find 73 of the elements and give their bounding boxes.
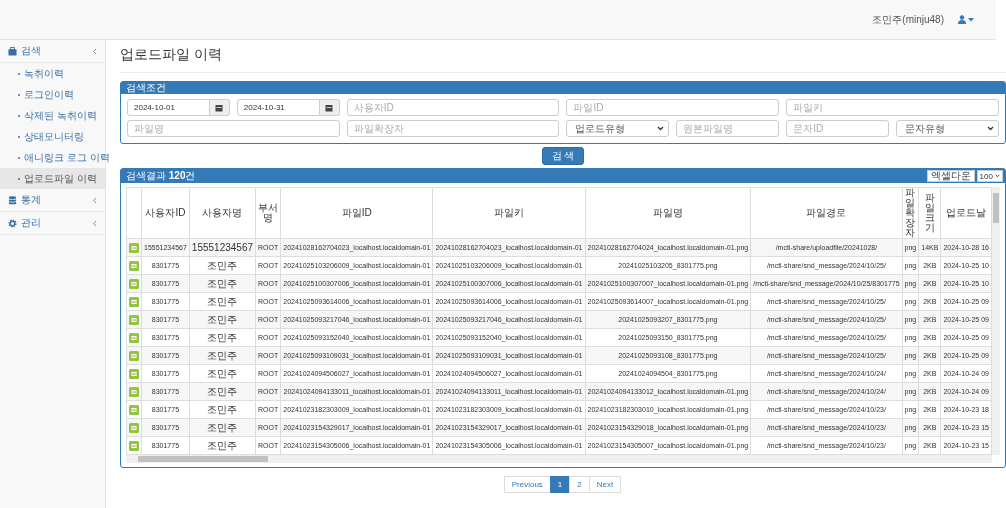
page-size-dropdown[interactable]: 100 <box>976 170 1003 182</box>
dropdown[interactable]: 업로드유형 <box>566 120 670 137</box>
image-file-icon[interactable] <box>129 260 139 271</box>
database-icon <box>8 195 17 205</box>
sidebar-item[interactable]: 상태모니터링 <box>0 126 105 147</box>
date-field[interactable]: 2024-10-01 <box>127 99 210 116</box>
user-name: 조민주(minju48) <box>872 12 944 27</box>
sidebar-group[interactable]: 통계 <box>0 189 105 212</box>
search-button[interactable]: 검 색 <box>541 147 585 165</box>
sidebar-item[interactable]: 로그인이력 <box>0 84 105 105</box>
sidebar-item[interactable]: 업로드파일 이력 <box>0 168 105 189</box>
calendar-icon <box>215 103 224 112</box>
dropdown[interactable]: 문자유형 <box>896 120 999 137</box>
user-menu[interactable] <box>958 14 976 25</box>
sidebar-item[interactable]: 녹취이력 <box>0 63 105 84</box>
image-file-icon[interactable] <box>129 296 139 307</box>
text-field[interactable]: 파일확장자 <box>346 120 560 137</box>
horizontal-scrollbar[interactable] <box>126 455 992 463</box>
gear-icon <box>8 218 17 228</box>
caret-icon <box>968 17 974 22</box>
column-header: 파일키 <box>432 187 585 239</box>
image-file-icon[interactable] <box>129 368 139 379</box>
text-field[interactable]: 파일키 <box>786 99 999 116</box>
image-file-icon[interactable] <box>129 422 139 433</box>
calendar-icon <box>325 103 334 112</box>
image-file-icon[interactable] <box>129 440 139 451</box>
table-cell: 조민주 <box>189 364 256 383</box>
column-header: 파일ID <box>280 187 433 239</box>
column-header: 사용자ID <box>141 187 190 239</box>
text-field[interactable]: 원본파일명 <box>676 120 780 137</box>
sidebar-group[interactable]: 관리 <box>0 212 105 235</box>
column-header: 사용자명 <box>189 187 256 239</box>
results-title: 검색결과 120건 <box>126 169 196 183</box>
column-header: 파일크기 <box>918 187 941 239</box>
date-field[interactable]: 2024-10-31 <box>236 99 320 116</box>
page-title: 업로드파일 이력 <box>120 46 1006 73</box>
chevron-left-icon <box>92 219 97 227</box>
user-icon <box>958 15 966 24</box>
sidebar-item[interactable]: 삭제된 녹취이력 <box>0 105 105 126</box>
page-button[interactable]: 2 <box>569 476 590 493</box>
table-cell: 조민주 <box>189 256 256 275</box>
chevron-left-icon <box>92 47 97 55</box>
vertical-scrollbar[interactable] <box>991 187 1000 455</box>
chevron-down-icon <box>994 174 1000 178</box>
column-header: 업로드날 <box>940 187 992 239</box>
panel-title: 검색조건 <box>121 82 1005 94</box>
text-field[interactable]: 파일ID <box>566 99 780 116</box>
excel-download-button[interactable]: 엑셀다운 <box>926 170 975 182</box>
image-file-icon[interactable] <box>129 278 139 289</box>
image-file-icon[interactable] <box>129 404 139 415</box>
image-file-icon[interactable] <box>129 350 139 361</box>
briefcase-icon <box>8 46 17 56</box>
text-field[interactable]: 문자ID <box>786 120 890 137</box>
table-cell: 조민주 <box>189 400 256 419</box>
image-file-icon[interactable] <box>129 242 139 253</box>
column-header: 파일확장자 <box>902 187 919 239</box>
column-header: 파일명 <box>585 187 751 239</box>
image-file-icon[interactable] <box>129 386 139 397</box>
sidebar-group[interactable]: 검색 <box>0 40 105 63</box>
image-file-icon[interactable] <box>129 314 139 325</box>
table-cell: 조민주 <box>189 436 256 455</box>
chevron-down-icon <box>657 126 665 131</box>
table-cell: 조민주 <box>189 328 256 347</box>
text-field[interactable]: 사용자ID <box>346 99 560 116</box>
chevron-left-icon <box>92 196 97 204</box>
text-field[interactable]: 파일명 <box>127 120 340 137</box>
column-header: 부서명 <box>255 187 281 239</box>
previous-button[interactable]: Previous <box>503 476 551 493</box>
column-header: 파일경로 <box>750 187 903 239</box>
table-cell: 조민주 <box>189 292 256 311</box>
image-file-icon[interactable] <box>129 332 139 343</box>
next-button[interactable]: Next <box>588 476 622 493</box>
chevron-down-icon <box>986 126 994 131</box>
